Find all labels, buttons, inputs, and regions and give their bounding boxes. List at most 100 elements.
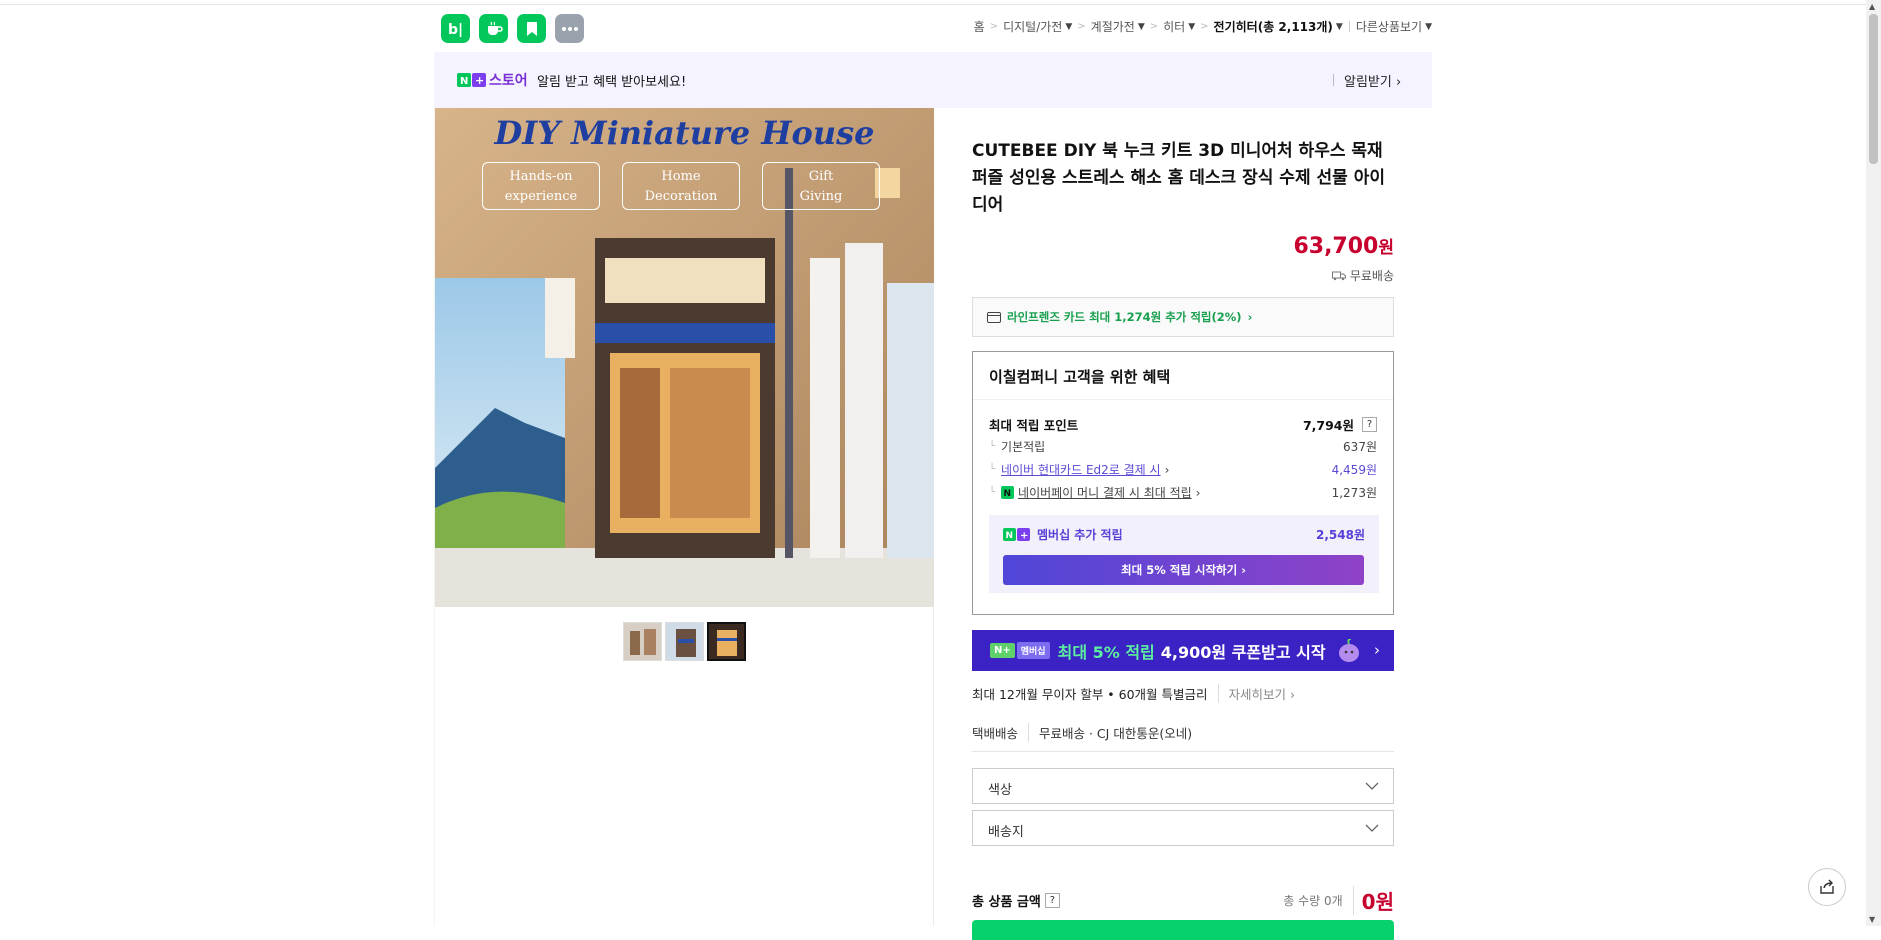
scroll-up-icon[interactable]: ▲	[1869, 2, 1875, 11]
shipping-info: 무료배송	[1331, 267, 1394, 284]
image-badge-1: Hands-on experience	[482, 162, 600, 210]
card-offer-link[interactable]: 라인프렌즈 카드 최대 1,274원 추가 적립(2%) ›	[972, 297, 1394, 337]
onion-mascot-icon	[1338, 638, 1359, 662]
max-points-row: 최대 적립 포인트 7,794원?	[989, 415, 1377, 434]
other-products-link[interactable]: 다른상품보기	[1356, 18, 1422, 35]
chevron-right-icon: ›	[1374, 641, 1380, 659]
delivery-type: 택배배송	[972, 726, 1019, 741]
benefit-box: 이칠컴퍼니 고객을 위한 혜택 최대 적립 포인트 7,794원? └ 기본적립 …	[972, 351, 1394, 615]
thumbnail-1[interactable]	[623, 622, 662, 661]
image-banner-text: DIY Miniature House	[494, 114, 875, 152]
scrollbar-thumb[interactable]	[1869, 14, 1878, 164]
svg-text:N: N	[1006, 531, 1014, 541]
chevron-right-icon: ›	[1195, 485, 1201, 500]
price-currency: 원	[1378, 238, 1394, 258]
thumbnail-3-selected[interactable]	[707, 622, 746, 661]
help-icon[interactable]: ?	[1044, 893, 1060, 908]
store-label: 스토어	[489, 73, 528, 89]
help-icon[interactable]: ?	[1362, 417, 1377, 432]
credit-card-icon	[987, 311, 1001, 323]
membership-button-label: 최대 5% 적립 시작하기	[1121, 563, 1238, 577]
basic-points-value: 637원	[1343, 440, 1377, 454]
image-badge-3: Gift Giving	[762, 162, 880, 210]
truck-icon	[1331, 271, 1346, 280]
basic-points-row: └ 기본적립 637원	[989, 438, 1377, 455]
naver-plus-icon: N +	[457, 73, 486, 87]
svg-text:+: +	[1020, 531, 1028, 542]
destination-select[interactable]: 배송지	[972, 810, 1394, 846]
total-quantity: 총 수량 0개	[1283, 894, 1343, 908]
installment-more-label: 자세히보기	[1228, 687, 1287, 702]
total-label: 총 상품 금액	[972, 895, 1041, 910]
svg-text:N: N	[460, 76, 468, 87]
alert-message: 알림 받고 혜택 받아보세요!	[537, 75, 687, 90]
chevron-right-icon: ›	[1164, 462, 1170, 477]
total-amount-row: 총 상품 금액? 총 수량 0개 0원	[972, 886, 1394, 915]
svg-text:N: N	[1004, 489, 1012, 499]
membership-coupon-banner[interactable]: N+ 멤버십 최대 5% 적립 4,900원 쿠폰받고 시작 ›	[972, 630, 1394, 671]
subscribe-label: 알림받기	[1344, 75, 1392, 90]
cafe-app-icon[interactable]	[479, 14, 508, 43]
image-badge-2: Home Decoration	[622, 162, 740, 210]
delivery-detail: 무료배송 · CJ 대한통운(오네)	[1028, 723, 1192, 742]
installment-text: 최대 12개월 무이자 할부 • 60개월 특별금리	[972, 687, 1208, 702]
membership-start-button[interactable]: 최대 5% 적립 시작하기 ›	[1003, 555, 1364, 585]
chevron-right-icon: >	[1149, 21, 1159, 32]
caret-down-icon[interactable]: ▼	[1138, 22, 1145, 32]
share-icon	[1820, 879, 1834, 894]
membership-value: 2,548원	[1316, 528, 1365, 542]
blog-app-icon[interactable]: b|	[441, 14, 470, 43]
product-title: CUTEBEE DIY 북 누크 키트 3D 미니어처 하우스 목재 퍼즐 성인…	[972, 141, 1385, 215]
tree-branch-icon: └	[989, 487, 996, 498]
destination-select-label: 배송지	[988, 825, 1024, 840]
chevron-right-icon: >	[1077, 21, 1086, 32]
breadcrumb-home[interactable]: 홈	[974, 18, 985, 35]
svg-text:+: +	[475, 74, 484, 87]
installment-more-link[interactable]: 자세히보기 ›	[1217, 684, 1295, 703]
pay-points-value: 1,273원	[1331, 486, 1377, 500]
bookmark-app-icon[interactable]	[517, 14, 546, 43]
divider	[1348, 21, 1350, 32]
subscribe-button[interactable]: 알림받기 ›	[1344, 71, 1401, 90]
coupon-highlight: 최대 5% 적립	[1057, 642, 1155, 662]
delivery-info: 택배배송 무료배송 · CJ 대한통운(오네)	[972, 717, 1394, 752]
product-page: b| 홈 > 디지털/가전 ▼ > 계절가전 ▼ > 히터 ▼ > 전기히터(총 2,…	[434, 5, 1432, 940]
card-points-link[interactable]: 네이버 현대카드 Ed2로 결제 시	[1001, 461, 1161, 478]
product-price: 63,700원	[1293, 233, 1394, 259]
pay-points-row: └ N 네이버페이 머니 결제 시 최대 적립 › 1,273원	[989, 484, 1377, 501]
image-gallery: DIY Miniature House Hands-on experience …	[434, 108, 934, 926]
thumbnail-list	[623, 622, 746, 661]
product-info: CUTEBEE DIY 북 누크 키트 3D 미니어처 하우스 목재 퍼즐 성인…	[934, 108, 1432, 940]
more-apps-icon[interactable]	[555, 14, 584, 43]
card-offer-text: 라인프렌즈 카드 최대 1,274원 추가 적립(2%)	[1007, 310, 1242, 324]
breadcrumb-cat1[interactable]: 디지털/가전	[1003, 18, 1062, 35]
pay-points-link[interactable]: 네이버페이 머니 결제 시 최대 적립	[1018, 484, 1192, 501]
naver-plus-icon: N+	[990, 643, 1015, 658]
naver-pay-icon: N	[1001, 486, 1015, 499]
max-points-label: 최대 적립 포인트	[989, 418, 1079, 433]
buy-button[interactable]	[972, 920, 1394, 940]
notify-banner: N + 스토어 알림 받고 혜택 받아보세요! 알림받기 ›	[434, 52, 1432, 108]
scroll-down-icon[interactable]: ▼	[1869, 915, 1875, 924]
max-points-value: 7,794원	[1302, 418, 1354, 433]
breadcrumb: 홈 > 디지털/가전 ▼ > 계절가전 ▼ > 히터 ▼ > 전기히터(총 2,113…	[974, 18, 1432, 35]
caret-down-icon[interactable]: ▼	[1188, 22, 1195, 32]
color-select-label: 색상	[988, 783, 1012, 798]
card-points-value: 4,459원	[1331, 463, 1377, 477]
thumbnail-2[interactable]	[665, 622, 704, 661]
chevron-right-icon: >	[989, 21, 999, 32]
basic-points-label: 기본적립	[1001, 440, 1046, 454]
color-select[interactable]: 색상	[972, 768, 1394, 804]
share-button[interactable]	[1808, 868, 1846, 906]
breadcrumb-cat3[interactable]: 히터	[1163, 18, 1185, 35]
breadcrumb-current[interactable]: 전기히터(총 2,113개)	[1214, 18, 1333, 35]
product-main-image[interactable]: DIY Miniature House Hands-on experience …	[435, 108, 934, 607]
total-amount: 0원	[1352, 886, 1394, 915]
vertical-scrollbar[interactable]: ▲ ▼	[1866, 0, 1881, 926]
caret-down-icon[interactable]: ▼	[1425, 22, 1432, 32]
coupon-tag: 멤버십	[1016, 642, 1050, 659]
caret-down-icon[interactable]: ▼	[1065, 22, 1072, 32]
caret-down-icon[interactable]: ▼	[1336, 22, 1343, 32]
price-value: 63,700	[1293, 234, 1379, 259]
breadcrumb-cat2[interactable]: 계절가전	[1091, 18, 1135, 35]
